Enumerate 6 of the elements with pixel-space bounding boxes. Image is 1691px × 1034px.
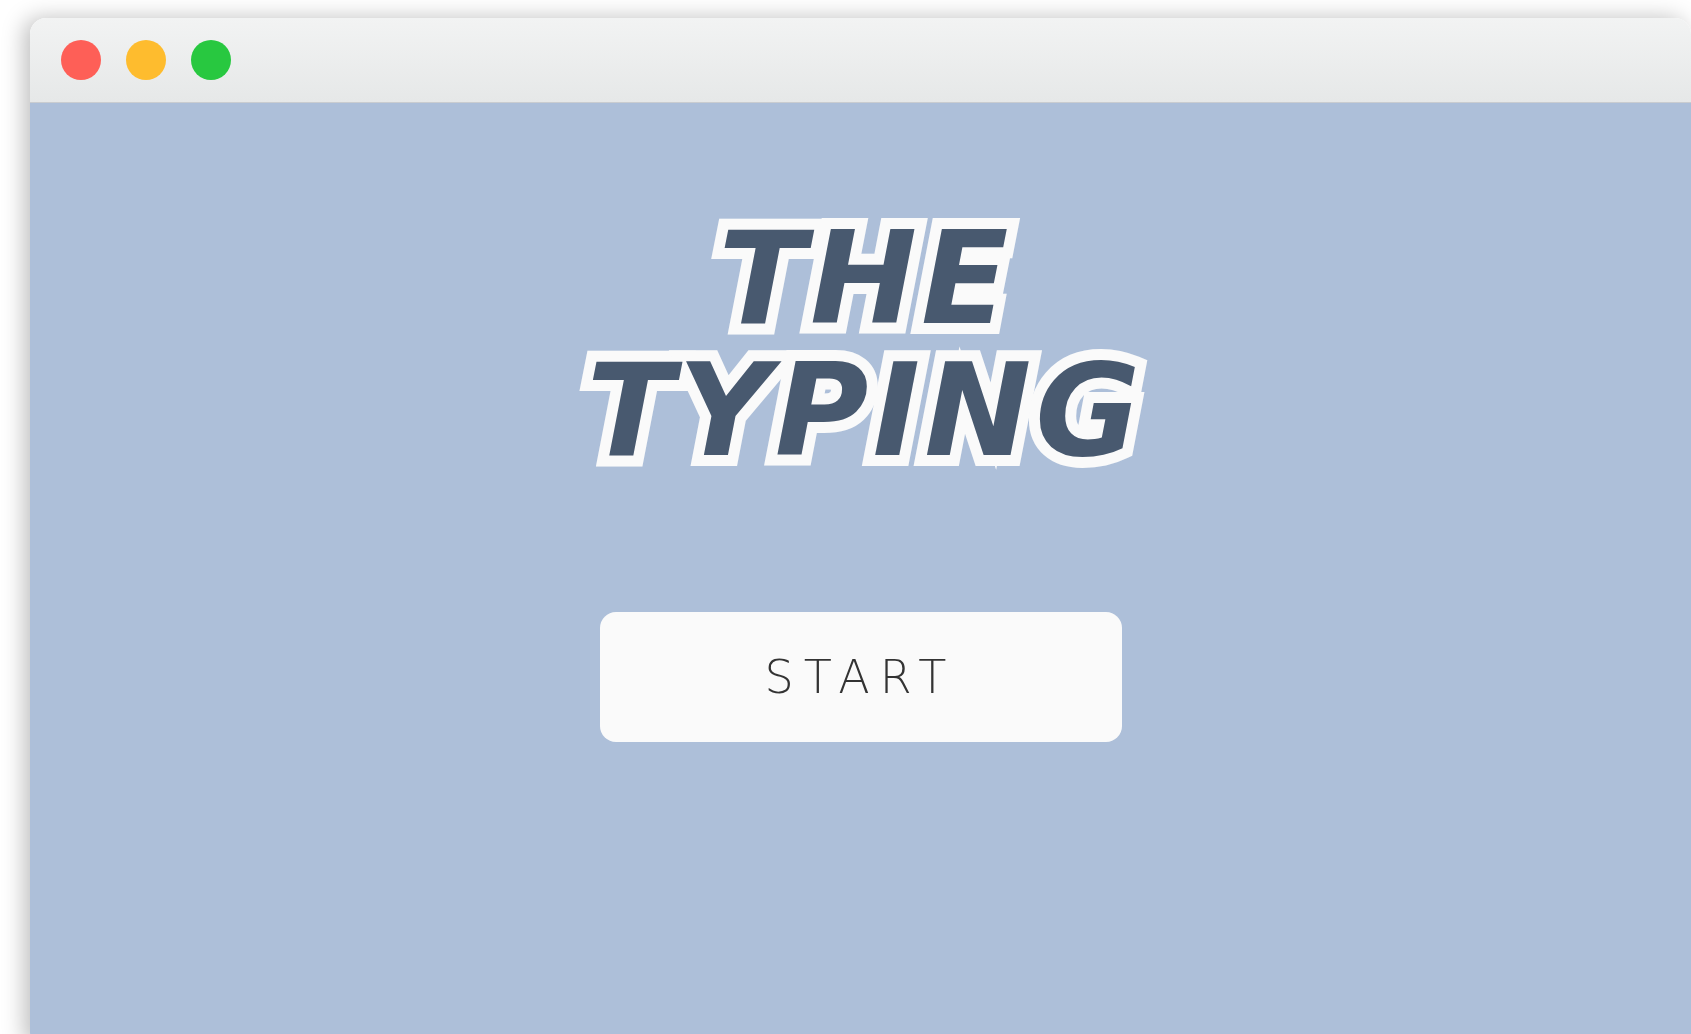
start-button[interactable]: START <box>599 612 1122 742</box>
logo-text: TYPING <box>586 345 1145 477</box>
minimize-button[interactable] <box>126 40 166 80</box>
maximize-button[interactable] <box>191 40 231 80</box>
close-button[interactable] <box>61 40 101 80</box>
logo-text: THE <box>718 213 1013 345</box>
